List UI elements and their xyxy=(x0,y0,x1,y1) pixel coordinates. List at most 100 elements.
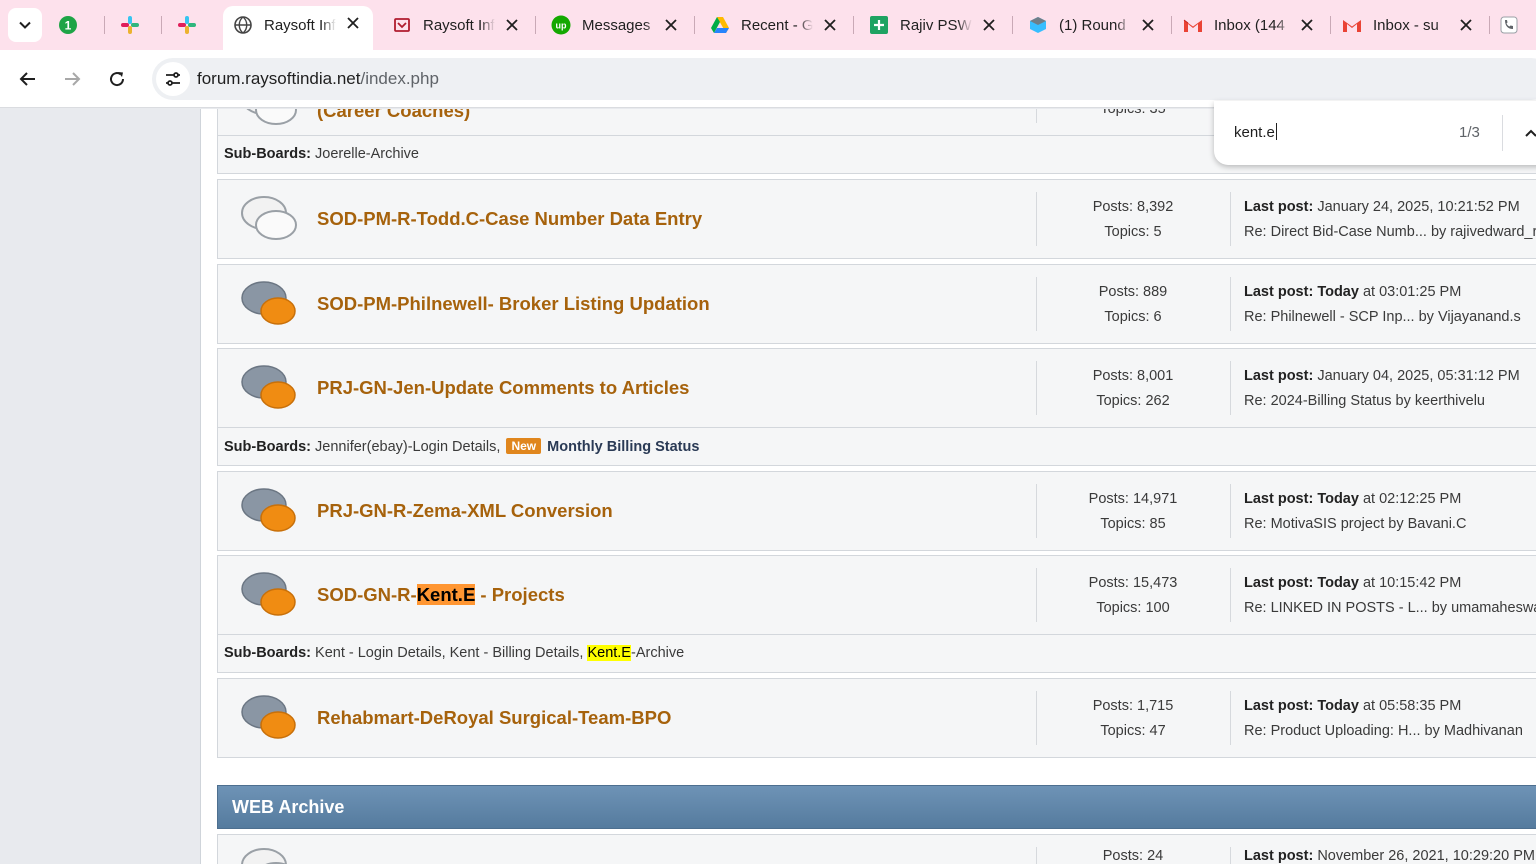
find-match-current: Kent.E xyxy=(416,584,476,605)
board-title-link[interactable]: PRJ-GN-R-Zema-XML Conversion xyxy=(317,500,613,522)
close-icon[interactable] xyxy=(820,15,840,35)
subboards-row: Sub-Boards: Jennifer(ebay)-Login Details… xyxy=(217,428,1536,466)
board-row: PRJ-GN-Jen-Update Comments to Articles P… xyxy=(217,348,1536,428)
find-bar: kent.e 1/3 xyxy=(1214,101,1536,165)
tab-title: Messages xyxy=(582,16,651,34)
close-icon[interactable] xyxy=(1456,15,1476,35)
board-stats: Posts: 8,392 Topics: 5 xyxy=(1092,199,1174,240)
chat-bubbles-gray-icon xyxy=(241,196,297,240)
slack-icon xyxy=(120,15,140,35)
find-previous-button[interactable] xyxy=(1519,121,1536,145)
board-title-link[interactable]: SOD-PM-Philnewell- Broker Listing Updati… xyxy=(317,293,710,315)
board-stats: Posts: 14,971 Topics: 85 xyxy=(1088,491,1178,532)
tab-gmail-1[interactable]: Inbox (144 xyxy=(1177,8,1327,42)
tab-pinned-1[interactable]: 1 xyxy=(58,8,102,42)
last-post-link[interactable]: Re: Direct Bid-Case Numb... by rajivedwa… xyxy=(1244,220,1536,245)
arrow-right-icon xyxy=(65,72,81,86)
tab-title: Raysoft Inf xyxy=(264,16,336,34)
upwork-icon: up xyxy=(551,15,571,35)
chevron-up-icon xyxy=(1525,129,1536,137)
tab-title: Inbox (144 xyxy=(1214,16,1285,34)
subboard-link[interactable]: Monthly Billing Status xyxy=(547,439,699,455)
tab-pinned-slack-2[interactable] xyxy=(177,8,221,42)
board-title-link[interactable]: SOD-GN-R-Kent.E - Projects xyxy=(317,584,565,606)
board-title-link[interactable]: (Career Coaches) xyxy=(317,109,470,122)
tab-title: Inbox - su xyxy=(1373,16,1439,34)
board-title-link[interactable]: PRJ-GN-Jen-Update Comments to Articles xyxy=(317,377,689,399)
address-bar[interactable]: forum.raysoftindia.net/index.php xyxy=(152,58,1536,100)
slack-icon xyxy=(177,15,197,35)
close-icon[interactable] xyxy=(502,15,522,35)
svg-text:up: up xyxy=(556,21,567,31)
chat-bubbles-orange-icon xyxy=(241,572,296,616)
subboards-row: Sub-Boards: Kent - Login Details, Kent -… xyxy=(217,635,1536,673)
tab-phone[interactable] xyxy=(1495,8,1536,42)
forum-page: (Career Coaches) Topics: 35 Sub-Boards: … xyxy=(0,109,1536,864)
board-stats: Posts: 889 Topics: 6 xyxy=(1098,284,1168,325)
last-post: Last post: Today at 02:12:25 PM Re: Moti… xyxy=(1244,487,1466,537)
site-info-button[interactable] xyxy=(156,62,190,96)
board-row: SOD-GN-R-Kent.E - Projects Posts: 15,473… xyxy=(217,555,1536,635)
tab-title: Rajiv PSW xyxy=(900,16,972,34)
close-icon[interactable] xyxy=(1138,15,1158,35)
board-stats: Posts: 24 xyxy=(1102,848,1164,864)
board-title-link[interactable]: Rehabmart-DeRoyal Surgical-Team-BPO xyxy=(317,707,671,729)
subboard-link[interactable]: Jennifer(ebay)-Login Details, xyxy=(315,439,500,455)
reload-button[interactable] xyxy=(99,61,135,97)
board-row: PRJ-GN-R-Zema-XML Conversion Posts: 14,9… xyxy=(217,471,1536,551)
tab-google-drive[interactable]: Recent - G xyxy=(700,8,850,42)
board-title-link[interactable]: SOD-PM-R-Todd.C-Case Number Data Entry xyxy=(317,208,702,230)
tab-raysoft-2[interactable]: Raysoft Inf xyxy=(382,8,532,42)
chat-bubbles-gray-icon xyxy=(246,109,297,125)
tab-title: (1) Round xyxy=(1059,16,1126,34)
last-post-link[interactable]: Re: Philnewell - SCP Inp... by Vijayanan… xyxy=(1244,305,1521,330)
subboard-link[interactable]: Joerelle-Archive xyxy=(315,146,419,162)
last-post-link[interactable]: Re: Product Uploading: H... by Madhivana… xyxy=(1244,719,1523,744)
tune-icon xyxy=(166,72,180,86)
browser-toolbar: forum.raysoftindia.net/index.php xyxy=(0,50,1536,108)
last-post-link[interactable]: Re: MotivaSIS project by Bavani.C xyxy=(1244,512,1466,537)
back-button[interactable] xyxy=(10,61,46,97)
close-icon[interactable] xyxy=(343,13,363,33)
close-icon[interactable] xyxy=(661,15,681,35)
tab-google-sheets[interactable]: Rajiv PSW xyxy=(859,8,1009,42)
category-header[interactable]: WEB Archive xyxy=(217,785,1536,829)
board-stats: Posts: 15,473 Topics: 100 xyxy=(1088,575,1178,616)
board-list: (Career Coaches) Topics: 35 Sub-Boards: … xyxy=(200,109,1536,864)
new-badge: New xyxy=(506,438,542,454)
url-text: forum.raysoftindia.net/index.php xyxy=(197,69,439,88)
tab-title: Raysoft Inf xyxy=(423,16,495,34)
tab-upwork-messages[interactable]: up Messages xyxy=(541,8,691,42)
arrow-left-icon xyxy=(19,72,35,86)
tab-strip: 1 Raysoft Inf Raysoft Inf up Messages Re… xyxy=(0,0,1536,50)
last-post: Last post: Today at 10:15:42 PM Re: LINK… xyxy=(1244,571,1536,621)
chevron-down-icon xyxy=(19,21,31,29)
board-row: Posts: 24 Last post: November 26, 2021, … xyxy=(217,834,1536,864)
last-post-link[interactable]: Re: LINKED IN POSTS - L... by umamaheswa… xyxy=(1244,596,1536,621)
board-stats: Posts: 1,715 Topics: 47 xyxy=(1092,698,1174,739)
tab-pinned-slack-1[interactable] xyxy=(120,8,164,42)
tab-gmail-2[interactable]: Inbox - su xyxy=(1336,8,1486,42)
chat-bubbles-orange-icon xyxy=(241,695,296,739)
gmail-icon xyxy=(1342,15,1362,35)
last-post: Last post: November 26, 2021, 10:29:20 P… xyxy=(1244,848,1535,864)
find-match-count: 1/3 xyxy=(1459,124,1480,141)
reload-icon xyxy=(110,72,125,87)
find-input[interactable]: kent.e xyxy=(1234,123,1277,141)
raysoft-icon xyxy=(392,15,412,35)
tab-search-button[interactable] xyxy=(8,8,42,42)
forward-button[interactable] xyxy=(54,61,90,97)
last-post-link[interactable]: Re: 2024-Billing Status by keerthivelu xyxy=(1244,389,1520,414)
chat-bubbles-gray-icon xyxy=(241,848,287,864)
close-icon[interactable] xyxy=(979,15,999,35)
last-post: Last post: January 24, 2025, 10:21:52 PM… xyxy=(1244,195,1536,245)
tab-raysoft-active[interactable]: Raysoft Inf xyxy=(223,6,373,50)
google-sheets-icon xyxy=(869,15,889,35)
subboard-link[interactable]: Kent - Login Details, Kent - Billing Det… xyxy=(315,645,583,661)
tab-title: Recent - G xyxy=(741,16,813,34)
close-icon[interactable] xyxy=(1297,15,1317,35)
tab-roundcube[interactable]: (1) Round xyxy=(1018,8,1168,42)
board-row: SOD-PM-R-Todd.C-Case Number Data Entry P… xyxy=(217,179,1536,259)
subboard-link[interactable]: Kent.E-Archive xyxy=(587,645,684,661)
board-stats: Posts: 8,001 Topics: 262 xyxy=(1092,368,1174,409)
